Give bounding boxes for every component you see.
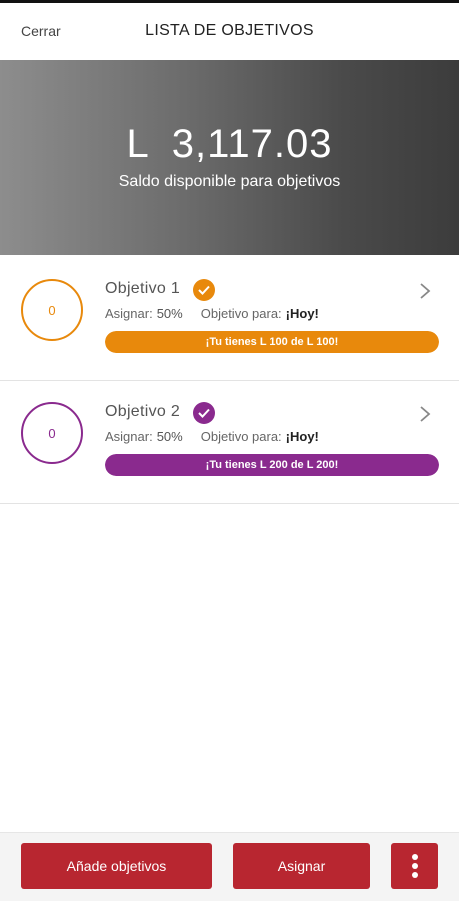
check-circle-icon [193,402,215,424]
add-goals-button[interactable]: Añade objetivos [21,843,212,889]
currency-symbol: L [126,122,150,166]
assign-label: Asignar: [105,429,153,444]
goal-name: Objetivo 1 [105,280,181,297]
chevron-right-icon[interactable] [419,282,431,300]
chevron-right-icon[interactable] [419,405,431,423]
header: Cerrar LISTA DE OBJETIVOS [0,3,459,60]
goal-name: Objetivo 2 [105,403,181,420]
target-label: Objetivo para: [200,429,282,444]
balance-amount: L 3,117.03 [0,122,459,167]
progress-text: ¡Tu tienes L 200 de L 200! [205,459,339,471]
goal-progress-ring: 0 [21,402,83,464]
assign-value: 50% [156,429,183,444]
assign-value: 50% [156,306,183,321]
footer-action-bar: Añade objetivos Asignar [0,832,459,901]
goal-progress-ring: 0 [21,279,83,341]
goal-progress-bar: ¡Tu tienes L 100 de L 100! [105,331,439,353]
goal-meta: Asignar: 50% Objetivo para: ¡Hoy! [105,429,319,444]
balance-value: 3,117.03 [171,122,333,166]
balance-banner: L 3,117.03 Saldo disponible para objetivo… [0,60,459,255]
target-label: Objetivo para: [200,306,282,321]
assign-label: Asignar: [105,306,153,321]
progress-text: ¡Tu tienes L 100 de L 100! [205,336,339,348]
goal-card[interactable]: 0 Objetivo 2 Asignar: 50% Objetivo para: ¡H… [0,381,459,504]
more-options-button[interactable] [391,843,438,889]
target-value: ¡Hoy! [285,429,319,444]
target-value: ¡Hoy! [285,306,319,321]
assign-button[interactable]: Asignar [233,843,370,889]
goal-progress-bar: ¡Tu tienes L 200 de L 200! [105,454,439,476]
goal-card[interactable]: 0 Objetivo 1 Asignar: 50% Objetivo para: ¡H… [0,258,459,381]
page-title: LISTA DE OBJETIVOS [145,22,314,39]
check-circle-icon [193,279,215,301]
more-vertical-icon [411,854,418,878]
balance-label: Saldo disponible para objetivos [118,173,341,190]
goal-meta: Asignar: 50% Objetivo para: ¡Hoy! [105,306,319,321]
